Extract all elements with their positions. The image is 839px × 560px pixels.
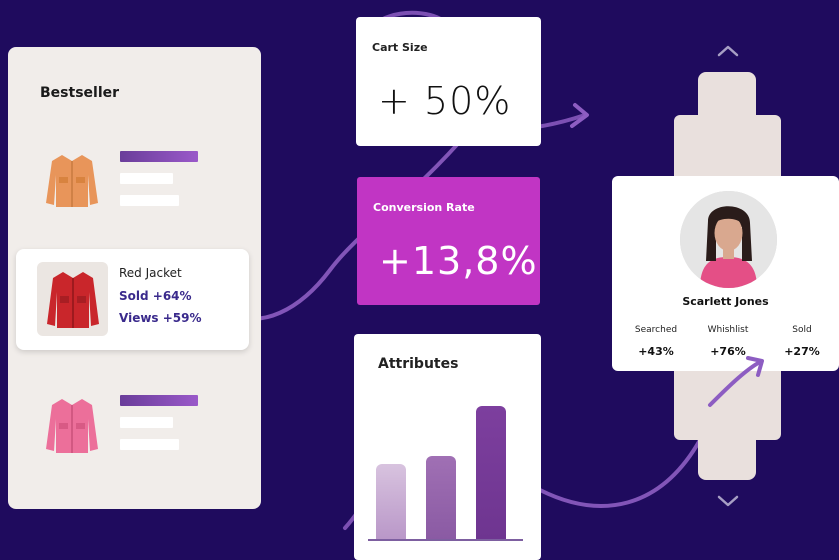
item-bar-secondary xyxy=(120,417,173,428)
watch-band-bottom xyxy=(698,430,756,480)
item-bar-secondary xyxy=(120,173,173,184)
attributes-baseline xyxy=(368,539,523,541)
jacket-red-icon xyxy=(45,268,101,334)
item-bar-tertiary xyxy=(120,195,179,206)
jacket-pink-icon[interactable] xyxy=(44,395,100,455)
chevron-up-icon[interactable] xyxy=(716,42,740,63)
attribute-bar xyxy=(376,464,406,540)
cart-size-card: Cart Size + 50% xyxy=(356,17,541,146)
attribute-bar xyxy=(476,406,506,540)
profile-name: Scarlett Jones xyxy=(682,295,769,308)
stat-wishlist-label: Whishlist xyxy=(707,325,749,335)
item-bar-tertiary xyxy=(120,439,179,450)
conversion-rate-label: Conversion Rate xyxy=(373,201,475,214)
item-bar-primary xyxy=(120,151,198,162)
bestseller-title: Bestseller xyxy=(40,85,120,101)
product-views-stat: Views +59% xyxy=(119,311,202,325)
attributes-card: Attributes xyxy=(354,334,541,560)
arrow-icon xyxy=(708,356,764,407)
conversion-rate-card: Conversion Rate +13,8% xyxy=(357,177,540,305)
cart-size-label: Cart Size xyxy=(372,41,428,54)
featured-product-card[interactable]: Red Jacket Sold +64% Views +59% xyxy=(16,249,249,350)
stat-sold-label: Sold xyxy=(792,325,812,335)
jacket-orange-icon[interactable] xyxy=(44,151,100,209)
watch-band-top-lug xyxy=(674,115,781,185)
chevron-down-icon[interactable] xyxy=(716,492,740,513)
avatar xyxy=(680,191,777,288)
conversion-rate-value: +13,8% xyxy=(379,239,538,283)
stat-searched-label: Searched xyxy=(634,325,678,335)
stat-searched-value: +43% xyxy=(638,345,674,358)
item-bar-primary xyxy=(120,395,198,406)
profile-card: Scarlett Jones Searched +43% Whishlist +… xyxy=(612,176,839,371)
product-name: Red Jacket xyxy=(119,266,182,280)
cart-size-value: + 50% xyxy=(378,79,512,123)
attributes-title: Attributes xyxy=(378,356,459,372)
product-thumbnail xyxy=(37,262,108,336)
attribute-bar xyxy=(426,456,456,540)
product-sold-stat: Sold +64% xyxy=(119,289,192,303)
